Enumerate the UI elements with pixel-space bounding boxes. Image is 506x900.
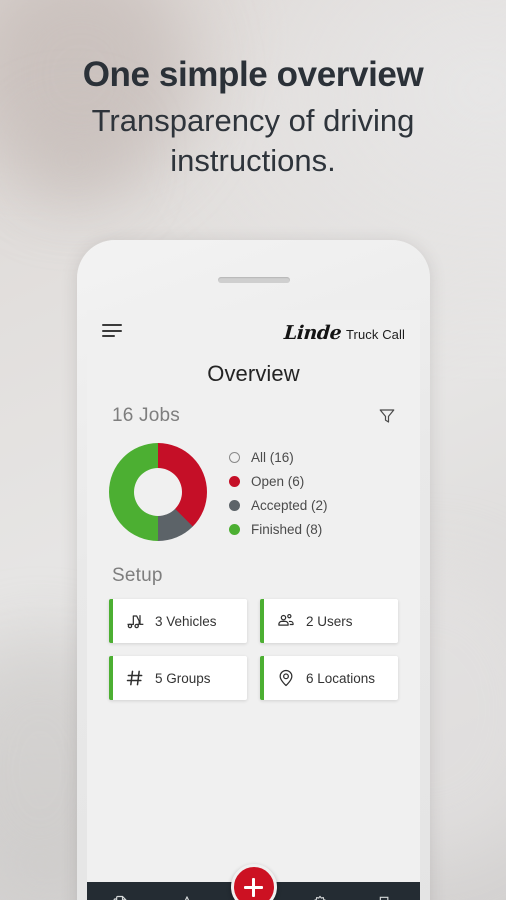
legend-item[interactable]: Open (6) [229, 474, 328, 489]
nav-item-logout[interactable]: Logout [353, 882, 420, 900]
page-title: Overview [207, 361, 300, 386]
brand-logo: Linde Truck Call [282, 322, 405, 344]
legend-swatch-icon [229, 451, 240, 463]
hero-subheadline: Transparency of driving instructions. [91, 103, 415, 178]
forklift-icon [125, 611, 145, 631]
hamburger-icon[interactable] [102, 322, 122, 341]
plus-icon [244, 877, 263, 897]
hash-icon [125, 668, 145, 688]
legend-item[interactable]: All (16) [229, 450, 328, 465]
nav-item-setup[interactable]: Setup [287, 882, 354, 900]
setup-card-label: 2 Users [306, 613, 353, 629]
setup-card-vehicles[interactable]: 3 Vehicles [109, 599, 247, 643]
jobs-status-chart: All (16) Open (6) Accepted (2) Finished (8) [87, 427, 420, 541]
location-pin-icon [276, 668, 296, 688]
logout-icon [379, 896, 389, 900]
filter-icon[interactable] [378, 407, 396, 425]
legend-swatch-icon [229, 499, 240, 511]
hero-text-block: One simple overview Transparency of driv… [0, 55, 506, 181]
legend-swatch-icon [229, 523, 240, 535]
brand-suffix-label: Truck Call [345, 327, 405, 342]
linde-wordmark: Linde [282, 322, 342, 344]
app-screen: Linde Truck Call Overview 16 Jobs All (1… [87, 310, 420, 900]
users-icon [276, 611, 296, 631]
jobs-count-label: 16 Jobs [112, 405, 180, 426]
donut-chart-hole [134, 468, 182, 516]
setup-card-locations[interactable]: 6 Locations [260, 656, 398, 700]
nav-item-jobs[interactable]: Jobs [87, 882, 154, 900]
setup-card-groups[interactable]: 5 Groups [109, 656, 247, 700]
setup-card-label: 5 Groups [155, 670, 211, 686]
legend-item-label: All (16) [251, 449, 294, 465]
legend-item-label: Open (6) [251, 473, 305, 489]
setup-cards-grid: 3 Vehicles 2 Users 5 Groups 6 Locations [87, 587, 420, 700]
documents-icon [113, 895, 127, 900]
chart-legend: All (16) Open (6) Accepted (2) Finished (8) [229, 448, 328, 537]
legend-item-label: Accepted (2) [251, 497, 328, 513]
add-job-fab-button[interactable] [230, 864, 277, 900]
nav-item-favorite[interactable]: Favorite [154, 882, 221, 900]
setup-card-label: 3 Vehicles [155, 613, 217, 629]
hero-headline: One simple overview [82, 55, 424, 94]
legend-item[interactable]: Accepted (2) [229, 498, 328, 513]
donut-chart[interactable] [109, 443, 207, 541]
legend-item[interactable]: Finished (8) [229, 522, 328, 537]
jobs-summary-row: 16 Jobs [87, 387, 420, 427]
phone-earpiece-speaker [217, 277, 290, 283]
setup-section-title: Setup [112, 565, 163, 586]
gear-icon [313, 895, 327, 900]
app-bar: Linde Truck Call [87, 310, 420, 352]
legend-item-label: Finished (8) [251, 521, 323, 537]
phone-mockup-frame: Linde Truck Call Overview 16 Jobs All (1… [77, 240, 430, 900]
legend-swatch-icon [229, 475, 240, 487]
setup-card-label: 6 Locations [306, 670, 376, 686]
star-icon [184, 896, 189, 900]
setup-card-users[interactable]: 2 Users [260, 599, 398, 643]
